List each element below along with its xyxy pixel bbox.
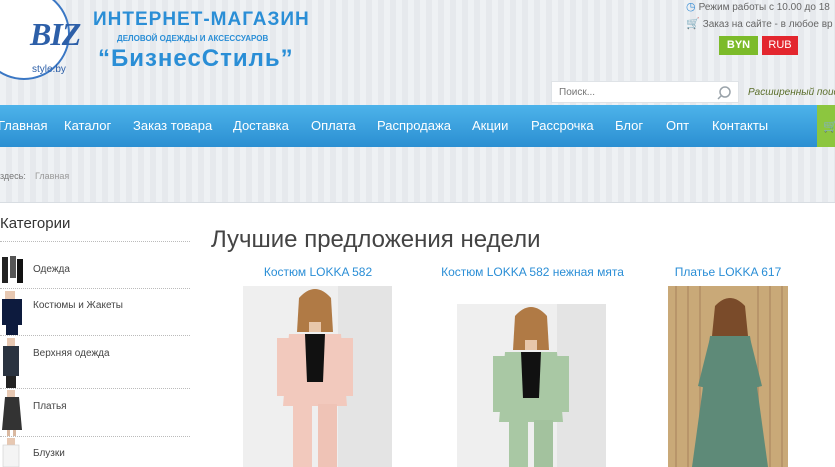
category-thumbnail: [2, 438, 20, 467]
order-info-text: Заказ на сайте - в любое вр: [702, 19, 833, 30]
logo-subtext: style.by: [32, 64, 66, 75]
cart-small-icon: 🛒: [686, 18, 700, 30]
clock-icon: ◷: [686, 1, 696, 13]
shop-subtitle: ДЕЛОВОЙ ОДЕЖДЫ И АКСЕССУАРОВ: [117, 34, 269, 43]
category-thumbnail: [3, 338, 19, 388]
category-label: Одежда: [33, 264, 70, 275]
nav-item-installment[interactable]: Рассрочка: [531, 105, 594, 147]
product-title-3[interactable]: Платье LOKKA 617: [668, 263, 788, 281]
currency-byn-button[interactable]: BYN: [719, 36, 758, 55]
nav-item-contacts[interactable]: Контакты: [712, 105, 768, 147]
nav-item-catalog[interactable]: Каталог: [64, 105, 111, 147]
product-image-3[interactable]: [668, 286, 788, 467]
cart-button[interactable]: 🛒: [817, 105, 835, 147]
category-thumbnail: [2, 256, 23, 283]
product-image-1[interactable]: [243, 286, 392, 467]
category-thumbnail: [2, 291, 22, 335]
shop-name: “БизнесСтиль”: [98, 45, 294, 72]
search-input[interactable]: [552, 82, 712, 102]
divider: [0, 241, 190, 242]
categories-title: Категории: [0, 215, 71, 232]
nav-item-wholesale[interactable]: Опт: [666, 105, 689, 147]
category-item-blouses[interactable]: Блузки: [0, 437, 190, 467]
category-label: Верхняя одежда: [33, 348, 110, 359]
nav-item-blog[interactable]: Блог: [615, 105, 643, 147]
nav-item-payment[interactable]: Оплата: [311, 105, 356, 147]
category-label: Костюмы и Жакеты: [33, 300, 123, 311]
product-title-1[interactable]: Костюм LOKKA 582: [243, 263, 393, 281]
work-hours: ◷ Режим работы с 10.00 до 18: [686, 0, 830, 13]
search-icon[interactable]: [716, 85, 732, 101]
category-item-suits[interactable]: Костюмы и Жакеты: [0, 289, 190, 335]
breadcrumb-bar: [0, 147, 835, 203]
category-label: Блузки: [33, 448, 65, 459]
logo-text[interactable]: BIZ: [30, 16, 81, 53]
site-header: BIZ style.by ИНТЕРНЕТ-МАГАЗИН ДЕЛОВОЙ ОД…: [0, 0, 835, 105]
cart-icon: 🛒: [823, 119, 835, 133]
nav-item-order[interactable]: Заказ товара: [133, 105, 212, 147]
search-box: [551, 81, 739, 103]
page-title: Лучшие предложения недели: [211, 226, 541, 253]
category-item-outerwear[interactable]: Верхняя одежда: [0, 336, 190, 388]
nav-item-sale[interactable]: Распродажа: [377, 105, 451, 147]
product-photo-3: [668, 286, 788, 467]
order-info: 🛒 Заказ на сайте - в любое вр: [686, 17, 833, 30]
work-hours-text: Режим работы с 10.00 до 18: [698, 2, 830, 13]
main-nav: Главная Каталог Заказ товара Доставка Оп…: [0, 105, 835, 153]
product-photo-2: [457, 304, 606, 467]
category-item-clothing[interactable]: Одежда: [0, 254, 190, 288]
currency-rub-button[interactable]: RUB: [762, 36, 798, 55]
nav-item-delivery[interactable]: Доставка: [233, 105, 289, 147]
product-photo-1: [243, 286, 392, 467]
advanced-search-link[interactable]: Расширенный поис: [748, 87, 835, 98]
category-item-dresses[interactable]: Платья: [0, 389, 190, 436]
breadcrumb-home[interactable]: Главная: [35, 171, 69, 181]
product-title-2[interactable]: Костюм LOKKA 582 нежная мята: [440, 263, 625, 281]
category-thumbnail: [2, 390, 22, 436]
nav-item-promotions[interactable]: Акции: [472, 105, 508, 147]
breadcrumb-label: здесь:: [0, 171, 26, 181]
product-image-2[interactable]: [457, 304, 606, 467]
category-label: Платья: [33, 401, 67, 412]
shop-title: ИНТЕРНЕТ-МАГАЗИН: [93, 9, 310, 30]
nav-item-home[interactable]: Главная: [0, 105, 47, 153]
